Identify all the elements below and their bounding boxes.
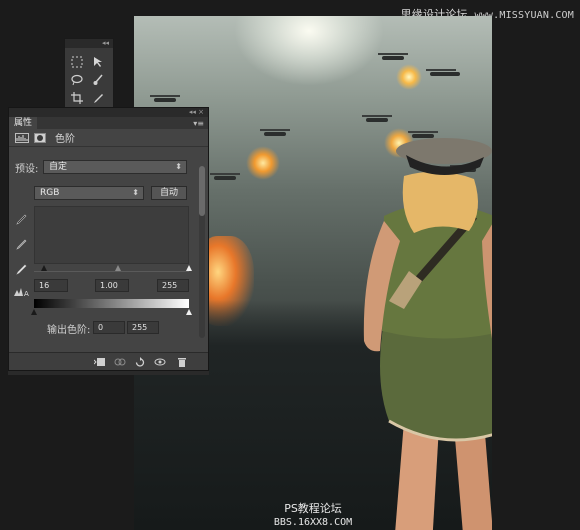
input-levels-track xyxy=(34,271,189,272)
properties-panel: ◂◂ × 属性 ▾≡ 色阶 预设: 自定 ⬍ RGB ⬍ 自动 A 16 1.0… xyxy=(8,107,209,371)
preset-select[interactable]: 自定 ⬍ xyxy=(43,160,187,174)
input-black-field[interactable]: 16 xyxy=(34,279,68,292)
soldier-figure xyxy=(363,138,492,530)
panel-menu-icon[interactable]: ▾≡ xyxy=(193,119,204,128)
gray-point-eyedropper-icon[interactable] xyxy=(15,235,27,254)
preset-value: 自定 xyxy=(49,162,68,172)
channel-value: RGB xyxy=(40,188,60,198)
clipping-warning-icon[interactable]: A xyxy=(13,282,29,301)
output-white-slider[interactable] xyxy=(186,309,192,315)
input-white-field[interactable]: 255 xyxy=(157,279,189,292)
levels-adjustment-icon[interactable] xyxy=(15,128,29,147)
input-black-slider[interactable] xyxy=(41,265,47,271)
svg-text:A: A xyxy=(24,290,29,297)
brush-tool-icon[interactable] xyxy=(89,72,107,87)
adjustment-title: 色阶 xyxy=(55,134,75,145)
view-previous-state-icon[interactable] xyxy=(113,356,127,368)
eyedropper-tool-icon[interactable] xyxy=(89,90,107,105)
reset-icon[interactable] xyxy=(133,356,147,368)
crop-tool-icon[interactable] xyxy=(68,90,86,105)
output-gradient xyxy=(34,299,189,308)
channel-select[interactable]: RGB ⬍ xyxy=(34,186,144,200)
histogram xyxy=(34,206,189,264)
output-black-field[interactable]: 0 xyxy=(93,321,125,334)
canvas-caption-title: PS教程论坛 xyxy=(284,502,342,515)
aircraft-graphic xyxy=(260,129,290,136)
input-gamma-field[interactable]: 1.00 xyxy=(95,279,129,292)
output-levels-label: 输出色阶: xyxy=(47,325,91,336)
white-point-eyedropper-icon[interactable] xyxy=(15,260,27,279)
properties-panel-collapse[interactable]: ◂◂ × xyxy=(9,108,208,117)
clip-to-layer-icon[interactable] xyxy=(93,356,107,368)
explosion-glow xyxy=(246,146,280,180)
move-tool-icon[interactable] xyxy=(89,54,107,69)
input-gamma-slider[interactable] xyxy=(115,265,121,271)
layer-mask-icon[interactable] xyxy=(34,128,46,147)
black-point-eyedropper-icon[interactable] xyxy=(15,210,27,229)
input-white-slider[interactable] xyxy=(186,265,192,271)
canvas-caption-url: BBS.16XX8.COM xyxy=(273,517,353,528)
select-arrows-icon: ⬍ xyxy=(175,162,182,171)
panel-scrollbar-thumb[interactable] xyxy=(199,166,205,216)
delete-trash-icon[interactable] xyxy=(175,356,189,368)
sky-light xyxy=(234,16,384,86)
panel-scrollbar[interactable] xyxy=(199,166,205,338)
select-arrows-icon: ⬍ xyxy=(132,188,139,197)
aircraft-graphic xyxy=(378,53,408,60)
visibility-eye-icon[interactable] xyxy=(153,356,167,368)
explosion-glow xyxy=(396,64,422,90)
aircraft-graphic xyxy=(210,173,240,180)
output-white-field[interactable]: 255 xyxy=(127,321,159,334)
lasso-tool-icon[interactable] xyxy=(68,72,86,87)
tools-panel-collapse[interactable]: ◂◂ xyxy=(65,39,113,48)
marquee-tool-icon[interactable] xyxy=(68,54,86,69)
aircraft-graphic xyxy=(426,69,460,76)
panel-bottom-strip xyxy=(8,371,209,375)
auto-button[interactable]: 自动 xyxy=(151,186,187,200)
preset-label: 预设: xyxy=(15,164,39,175)
aircraft-graphic xyxy=(150,95,180,102)
tab-properties[interactable]: 属性 xyxy=(9,117,38,129)
panel-bottom-bar xyxy=(9,352,208,370)
output-black-slider[interactable] xyxy=(31,309,37,315)
